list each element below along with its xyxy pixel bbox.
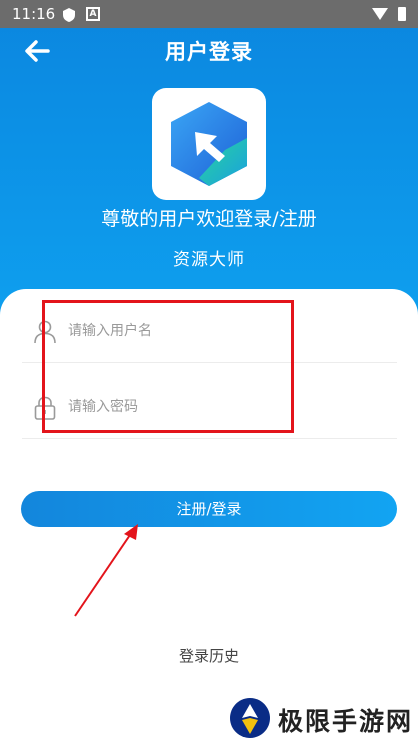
app-name: 资源大师 xyxy=(173,250,245,270)
status-bar: 11:16 A xyxy=(0,0,418,28)
welcome-text: 尊敬的用户欢迎登录/注册 xyxy=(101,208,317,230)
shield-icon xyxy=(62,7,76,22)
annotation-arrow-icon xyxy=(74,524,138,617)
watermark-text: 极限手游网 xyxy=(278,707,414,736)
page-title: 用户登录 xyxy=(165,40,253,64)
app-logo xyxy=(152,88,266,200)
annotation-highlight-box xyxy=(42,300,294,433)
battery-icon xyxy=(398,7,406,21)
status-time: 11:16 xyxy=(12,5,56,23)
wifi-icon xyxy=(372,8,388,20)
app-logo-icon xyxy=(171,102,247,186)
login-history-link[interactable]: 登录历史 xyxy=(0,645,418,666)
watermark-logo-icon xyxy=(230,698,270,738)
a-badge-icon: A xyxy=(86,7,100,21)
